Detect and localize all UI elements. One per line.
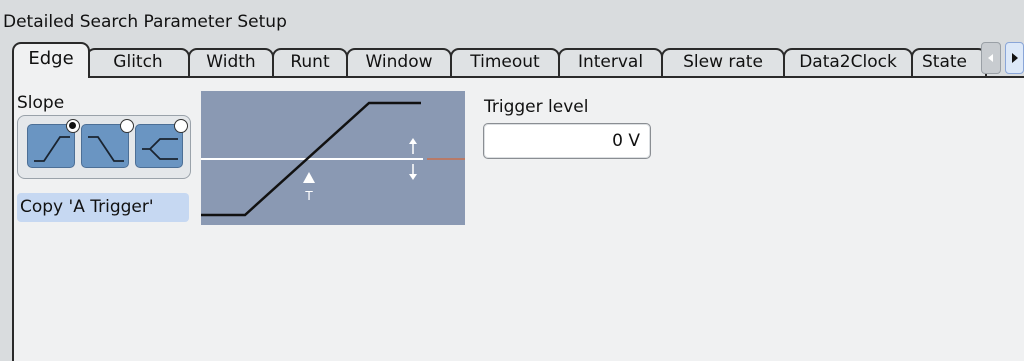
trigger-marker-label: T (304, 189, 313, 203)
tab-data2clock[interactable]: Data2Clock (783, 48, 913, 76)
chevron-right-icon (1011, 53, 1018, 63)
tab-runt[interactable]: Runt (272, 48, 348, 76)
slope-falling-button[interactable] (81, 119, 134, 168)
window-title: Detailed Search Parameter Setup (3, 12, 287, 32)
tab-state[interactable]: State (911, 48, 987, 76)
trigger-level-input[interactable]: 0 V (483, 123, 651, 159)
edge-trigger-diagram: T (201, 91, 465, 225)
tab-glitch[interactable]: Glitch (86, 48, 190, 76)
slope-falling-radio (120, 119, 134, 133)
tab-timeout[interactable]: Timeout (450, 48, 560, 76)
slope-rising-button[interactable] (27, 119, 80, 168)
tab-edge[interactable]: Edge (12, 42, 90, 78)
tab-interval[interactable]: Interval (558, 48, 663, 76)
trigger-marker-icon (303, 172, 315, 183)
tab-width[interactable]: Width (188, 48, 274, 76)
copy-a-trigger-button[interactable]: Copy 'A Trigger' (17, 193, 189, 222)
tab-bar: Glitch Width Runt Window Timeout Interva… (12, 42, 1024, 78)
slope-either-radio (174, 119, 188, 133)
slope-either-button[interactable] (135, 119, 188, 168)
tab-scroll-right-button[interactable] (1005, 42, 1024, 74)
tab-slew-rate[interactable]: Slew rate (661, 48, 785, 76)
trigger-waveform-graphic: T (201, 101, 465, 217)
tab-scroll-left-button[interactable] (981, 42, 1001, 74)
slope-label: Slope (17, 93, 65, 113)
trigger-level-label: Trigger level (484, 97, 589, 117)
chevron-left-icon (988, 54, 993, 62)
slope-selector (17, 115, 191, 179)
slope-rising-radio (66, 119, 80, 133)
tab-window[interactable]: Window (346, 48, 452, 76)
